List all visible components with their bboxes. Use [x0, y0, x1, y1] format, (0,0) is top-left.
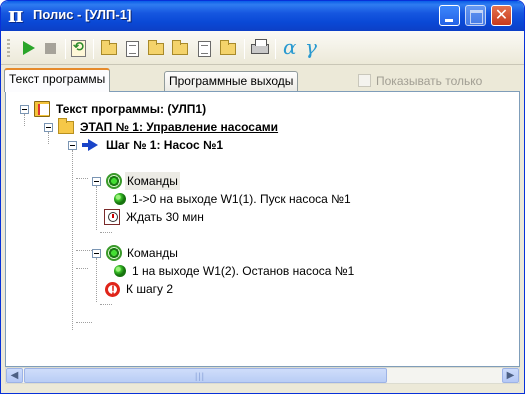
toolbar-separator [275, 39, 276, 59]
toolbar-separator [65, 39, 66, 59]
tree-label-stage[interactable]: ЭТАП № 1: Управление насосами [80, 118, 278, 136]
tree-node-step[interactable]: Шаг № 1: Насос №1 [6, 136, 516, 154]
clock-icon [104, 209, 120, 225]
collapse-toggle[interactable] [92, 177, 101, 186]
collapse-toggle[interactable] [68, 141, 77, 150]
alpha-icon[interactable]: α [283, 35, 297, 59]
tree-line [76, 322, 92, 323]
collapse-toggle[interactable] [44, 123, 53, 132]
toolbar-separator [244, 39, 245, 59]
checkbox-box[interactable] [358, 74, 371, 87]
collapse-toggle[interactable] [92, 249, 101, 258]
program-tree-pane[interactable]: Текст программы: (УЛП1) ЭТАП № 1: Управл… [5, 91, 520, 367]
tree-label-command-1[interactable]: 1->0 на выходе W1(1). Пуск насоса №1 [132, 190, 351, 208]
maximize-button[interactable] [465, 5, 486, 26]
gamma-icon[interactable]: γ [305, 35, 317, 59]
refresh-icon[interactable] [71, 39, 86, 57]
goto-step-icon [105, 281, 120, 299]
tree-node-wait[interactable]: Ждать 30 мин [6, 208, 516, 226]
tab-row: Текст программы Программные выходы Показ… [1, 65, 524, 92]
tree-label-command-2[interactable]: 1 на выходе W1(2). Останов насоса №1 [132, 262, 354, 280]
title-bar[interactable]: π Полис - [УЛП-1] ✕ [1, 1, 524, 31]
stack-icon[interactable] [220, 40, 236, 55]
tree-node-root[interactable]: Текст программы: (УЛП1) [6, 100, 516, 118]
scroll-left-button[interactable]: ◀ [6, 368, 23, 383]
close-icon: ✕ [494, 7, 509, 24]
open-folder-icon[interactable] [101, 40, 117, 55]
show-only-checkbox[interactable]: Показывать только [358, 74, 482, 88]
tree-label-wait[interactable]: Ждать 30 мин [126, 208, 204, 226]
tree-node-command[interactable]: 1 на выходе W1(2). Останов насоса №1 [6, 262, 516, 280]
scroll-thumb[interactable] [24, 368, 387, 383]
close-button[interactable]: ✕ [491, 5, 512, 26]
toolbar-grip[interactable] [7, 39, 10, 59]
tree-line [100, 232, 112, 233]
tree-label-commands-1[interactable]: Команды [125, 172, 180, 190]
tree-node-stage[interactable]: ЭТАП № 1: Управление насосами [6, 118, 516, 136]
toolbar: α γ [1, 31, 524, 65]
green-led-icon [114, 265, 126, 277]
window-title: Полис - [УЛП-1] [33, 7, 132, 22]
new-document-icon[interactable] [126, 41, 139, 57]
tree-label-step[interactable]: Шаг № 1: Насос №1 [106, 136, 223, 154]
app-pi-icon[interactable]: π [8, 4, 28, 25]
tree-label-goto[interactable]: К шагу 2 [126, 280, 173, 298]
scroll-right-button[interactable]: ▶ [502, 368, 519, 383]
toolbar-separator [93, 39, 94, 59]
tab-program-outputs[interactable]: Программные выходы [164, 71, 299, 91]
tab-program-text[interactable]: Текст программы [4, 68, 111, 92]
stop-icon[interactable] [45, 43, 56, 54]
tree-node-command[interactable]: 1->0 на выходе W1(1). Пуск насоса №1 [6, 190, 516, 208]
step-arrow-icon [82, 139, 98, 151]
show-only-label: Показывать только [376, 74, 483, 88]
commands-target-icon [106, 245, 122, 261]
printer-icon[interactable] [251, 39, 269, 54]
horizontal-scrollbar[interactable]: ◀ ▶ [5, 367, 520, 384]
collapse-toggle[interactable] [20, 105, 29, 114]
folder-open-icon[interactable] [172, 40, 188, 55]
folder-icon [58, 118, 74, 134]
document-icon[interactable] [198, 41, 211, 57]
app-window: π Полис - [УЛП-1] ✕ α γ Текст программы … [0, 0, 525, 394]
minimize-button[interactable] [439, 5, 460, 26]
folder-doc-icon[interactable] [148, 40, 164, 55]
play-icon[interactable] [23, 41, 35, 55]
tree-label-commands-2[interactable]: Команды [127, 244, 178, 262]
tree-node-commands[interactable]: Команды [6, 244, 516, 262]
tree-label-root[interactable]: Текст программы: (УЛП1) [56, 100, 206, 118]
tree-node-commands[interactable]: Команды [6, 172, 516, 190]
commands-target-icon [106, 173, 122, 189]
program-notebook-icon [34, 101, 50, 117]
tree-node-goto[interactable]: К шагу 2 [6, 280, 516, 299]
program-tree[interactable]: Текст программы: (УЛП1) ЭТАП № 1: Управл… [6, 92, 519, 366]
tree-line [100, 304, 112, 305]
green-led-icon [114, 193, 126, 205]
